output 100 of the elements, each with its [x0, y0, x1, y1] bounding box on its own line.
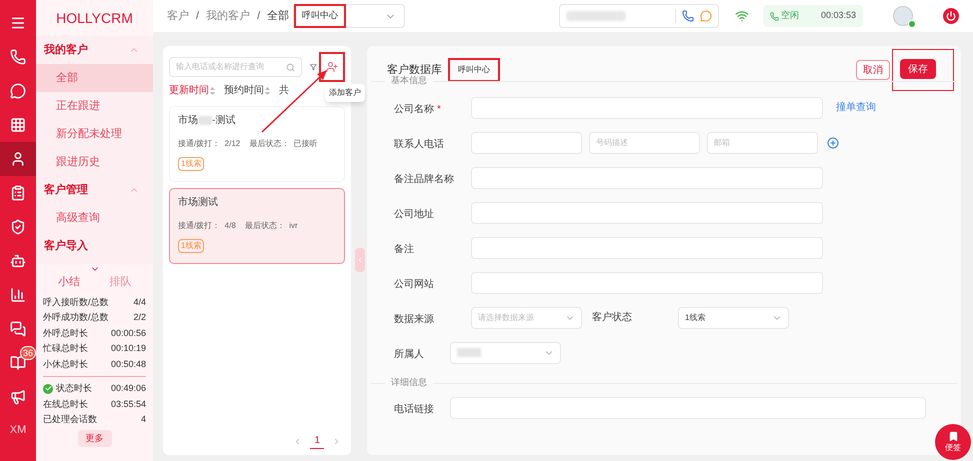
customer-name: -测试 — [212, 114, 236, 128]
section-title: 基本信息 — [385, 74, 433, 88]
add-customer-icon[interactable] — [326, 61, 338, 73]
customer-name: 市场测试 — [178, 196, 218, 210]
stat-label: 外呼成功数/总数 — [43, 311, 109, 324]
collapse-handle[interactable] — [355, 248, 365, 272]
nav-group-header[interactable]: 我的客户 — [36, 36, 153, 64]
last-status: 最后状态： ivr — [244, 220, 298, 232]
field-label: 客户状态 — [592, 310, 633, 325]
phone-icon — [770, 12, 779, 20]
phone-icon — [10, 49, 26, 65]
blurred-name — [198, 116, 212, 125]
avatar[interactable] — [893, 6, 913, 26]
sort-option[interactable]: 更新时间 — [169, 83, 215, 98]
cancel-button[interactable]: 取消 — [856, 60, 890, 80]
field-label: 备注 — [394, 244, 414, 254]
count-badge: 36 — [20, 346, 36, 360]
page-number[interactable]: 1 — [310, 433, 324, 449]
menu-icon — [10, 15, 26, 31]
nav-group-header[interactable]: 客户管理 — [36, 176, 153, 204]
search-field[interactable]: 输入电话或名称进行查询 — [169, 57, 302, 77]
clipboard-icon — [10, 185, 26, 201]
nav-item[interactable]: 跟进历史 — [36, 148, 153, 176]
messages-icon — [10, 321, 26, 337]
chat-icon[interactable] — [700, 10, 712, 22]
wifi-icon — [735, 9, 749, 23]
nav-item[interactable]: 高级查询 — [36, 204, 153, 232]
summary-tab[interactable]: 小结 — [58, 274, 80, 290]
bookmark-icon — [948, 430, 958, 442]
stat-value: 03:55:54 — [110, 398, 146, 410]
next-page-icon[interactable] — [332, 436, 341, 446]
search-icon[interactable] — [286, 62, 295, 72]
input-field[interactable]: 号码描述 — [589, 132, 700, 154]
nav-group-header[interactable]: 客户导入 — [36, 232, 153, 260]
notes-button[interactable]: 便签 — [935, 424, 971, 460]
field-label: 数据来源 — [394, 314, 434, 324]
field-label: 联系人电话 — [394, 138, 444, 150]
stat-label: 外呼总时长 — [43, 326, 88, 340]
sort-icon — [210, 86, 215, 94]
sort-icon — [265, 86, 270, 94]
section-title: 详细信息 — [385, 376, 433, 390]
user-icon — [10, 151, 26, 167]
save-button[interactable]: 保存 — [900, 59, 936, 79]
stat-value: 4 — [140, 413, 146, 426]
stat-label: 状态时长 — [56, 382, 92, 395]
shield-icon — [10, 219, 26, 235]
stat-label: 忙碌总时长 — [43, 342, 88, 355]
input-field[interactable]: 邮箱 — [707, 132, 818, 154]
power-button[interactable] — [943, 8, 959, 24]
lead-tag: 1线索 — [178, 239, 204, 253]
field-label: 电话链接 — [394, 404, 434, 415]
org-select[interactable]: 呼叫中心 — [293, 4, 406, 28]
stat-value: 00:50:48 — [110, 358, 146, 370]
breadcrumb-item[interactable]: 我的客户 — [206, 8, 250, 24]
stat-value: 2/2 — [133, 311, 146, 324]
breadcrumb-item: 全部 — [267, 8, 290, 24]
megaphone-icon — [10, 389, 26, 405]
customer-card[interactable]: 市场测试 接通/拨打： 4/8 最后状态： ivr 1线索 — [169, 188, 345, 264]
select-field[interactable]: 1线索 — [678, 306, 789, 328]
add-phone-icon[interactable] — [827, 136, 839, 148]
breadcrumb-item[interactable]: 客户 — [167, 8, 189, 24]
field-label: 公司名称 * — [394, 104, 441, 114]
phone-icon[interactable] — [682, 10, 694, 22]
form-title: 客户数据库 — [387, 62, 442, 76]
stat-value: 4/4 — [133, 296, 146, 308]
user-nav-button[interactable] — [0, 142, 36, 176]
summary-tab[interactable]: 排队 — [109, 274, 132, 290]
status-label: 空闲 — [781, 9, 799, 22]
grid-icon — [10, 117, 26, 133]
book-icon — [10, 355, 26, 371]
highlight-frame: 呼叫中心 — [294, 4, 346, 28]
breadcrumb-separator: / — [196, 8, 200, 24]
bar-chart-icon — [10, 287, 26, 303]
blurred-name — [457, 348, 481, 357]
select-field[interactable]: 请选择数据来源 — [471, 306, 582, 328]
last-status: 最后状态： 已接听 — [249, 138, 318, 150]
field-label: 备注品牌名称 — [394, 174, 454, 184]
nav-item[interactable]: 全部 — [36, 64, 153, 92]
stat-label: 已处理会话数 — [43, 413, 97, 426]
nav-item[interactable]: 新分配未处理 — [36, 120, 153, 148]
more-button[interactable]: 更多 — [78, 430, 112, 447]
customer-name: 市场 — [178, 114, 198, 128]
stat-value: 00:49:06 — [110, 382, 146, 395]
duplicate-check-link[interactable]: 撞单查询 — [836, 100, 876, 115]
search-input[interactable]: 输入电话或名称进行查询 — [176, 61, 286, 73]
customer-card[interactable]: 市场 -测试 接通/拨打： 2/12 最后状态： 已接听 1线索 — [169, 106, 345, 182]
sort-option[interactable]: 预约时间 — [224, 83, 270, 98]
stat-value: 00:00:56 — [110, 326, 146, 340]
field-label: 公司网站 — [394, 278, 434, 290]
nav-item[interactable]: 正在跟进 — [36, 92, 153, 120]
field-label: 所属人 — [394, 348, 424, 360]
select-field[interactable] — [450, 342, 561, 364]
breadcrumb-separator: / — [257, 8, 260, 24]
dial-field[interactable] — [559, 4, 719, 28]
field-label: 公司地址 — [394, 208, 434, 220]
stat-value: 00:10:19 — [110, 342, 146, 355]
count-label: 共 — [279, 84, 289, 98]
filter-icon[interactable] — [310, 62, 317, 72]
stat-label: 小休总时长 — [43, 358, 88, 370]
stat-label: 呼入接听数/总数 — [43, 296, 109, 308]
